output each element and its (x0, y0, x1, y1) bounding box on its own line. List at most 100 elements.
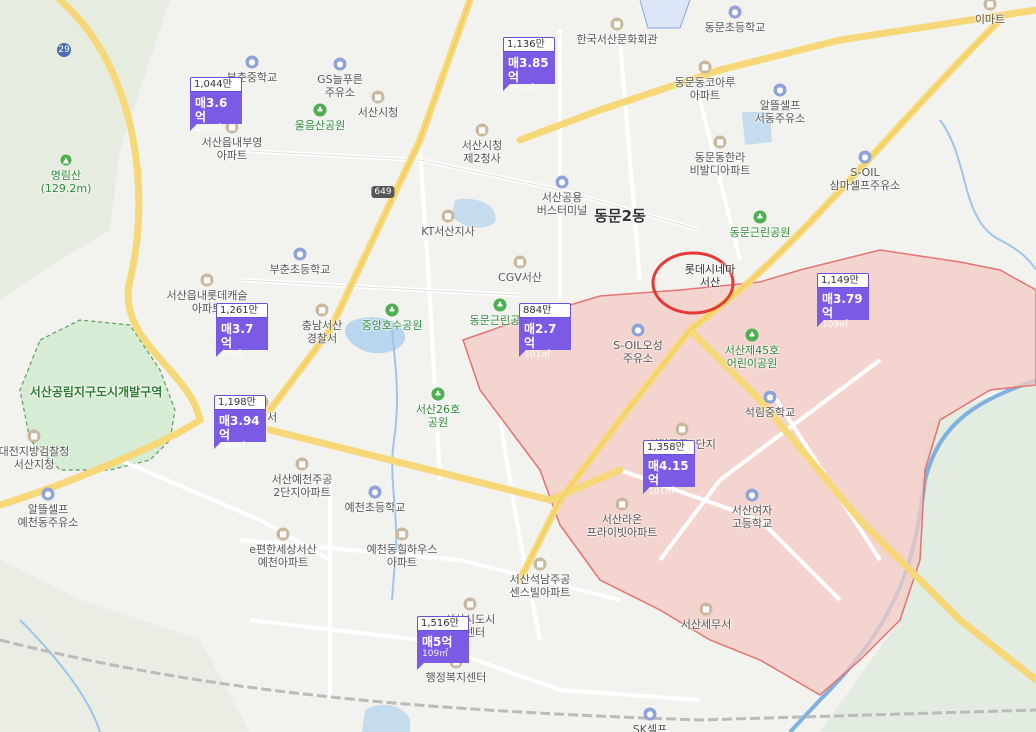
place-label[interactable]: 동문초등학교 (705, 21, 766, 34)
school-icon[interactable]: ● (728, 5, 742, 19)
park-icon[interactable]: ♣ (313, 103, 327, 117)
school-icon[interactable]: ● (745, 488, 759, 502)
listing-marker[interactable]: 1,261만 매3.7억 97㎡ (216, 303, 268, 360)
poi-icon[interactable]: ■ (699, 602, 713, 616)
listing-price: 매3.94억 (219, 414, 260, 442)
place-label[interactable]: 예천동힐하우스 아파트 (367, 543, 438, 569)
poi-icon[interactable]: ■ (610, 17, 624, 31)
gas-icon[interactable]: ● (333, 57, 347, 71)
poi-icon[interactable]: ■ (276, 527, 290, 541)
gas-icon[interactable]: ● (773, 83, 787, 97)
district-label: 동문2동 (594, 207, 646, 225)
poi-icon[interactable]: ■ (698, 60, 712, 74)
place-label[interactable]: 동문동한라 비발디아파트 (690, 151, 751, 177)
school-icon[interactable]: ● (368, 485, 382, 499)
place-label[interactable]: S-OIL오성 주유소 (613, 339, 663, 365)
listing-marker[interactable]: 1,149만 매3.79억 109㎡ (817, 273, 869, 330)
place-label[interactable]: 알뜰셀프 예천동주유소 (18, 503, 79, 529)
place-label[interactable]: e편한세상서산 예천아파트 (249, 543, 317, 569)
poi-icon[interactable]: ■ (315, 303, 329, 317)
poi-icon[interactable]: ■ (441, 209, 455, 223)
place-label[interactable]: 서산세무서 (681, 618, 732, 631)
poi-icon[interactable]: ■ (513, 255, 527, 269)
place-label[interactable]: 서산라온 프라이빗아파트 (587, 513, 658, 539)
highlighted-place-label[interactable]: 롯데시네마 서산 (685, 263, 736, 289)
listing-body: 매2.7억 101㎡ (519, 318, 571, 360)
listing-marker[interactable]: 1,516만 매5억 109㎡ (417, 616, 469, 670)
gas-icon[interactable]: ● (41, 487, 55, 501)
listing-count: 1,044만 (190, 77, 242, 92)
place-label[interactable]: S-OIL 삼마셀프주유소 (830, 166, 901, 192)
place-label[interactable]: 서산여자 고등학교 (732, 504, 772, 530)
place-label[interactable]: 이마트 (975, 13, 1005, 26)
listing-marker[interactable]: 1,198만 매3.94억 109㎡ (214, 395, 266, 452)
listing-marker[interactable]: 884만 매2.7억 101㎡ (519, 303, 571, 360)
poi-icon[interactable]: ■ (713, 135, 727, 149)
place-label[interactable]: 대전지방검찰청 서산지청 (0, 445, 69, 471)
gas-icon[interactable]: ● (858, 150, 872, 164)
listing-body: 매3.94억 109㎡ (214, 410, 266, 452)
place-label[interactable]: GS늘푸른 주유소 (317, 73, 363, 99)
park-icon[interactable]: ♣ (753, 210, 767, 224)
place-label[interactable]: 행정복지센터 (426, 671, 487, 684)
listing-body: 매4.15억 101㎡ (643, 455, 695, 497)
poi-icon[interactable]: ■ (395, 527, 409, 541)
place-label[interactable]: 예천초등학교 (345, 501, 406, 514)
place-label[interactable]: 석림중학교 (745, 406, 796, 419)
place-label[interactable]: 서산26호 공원 (416, 403, 460, 429)
place-label[interactable]: 알뜰셀프 서동주유소 (755, 99, 806, 125)
school-icon[interactable]: ● (763, 390, 777, 404)
place-label[interactable]: 한국서산문화회관 (577, 33, 658, 46)
poi-icon[interactable]: ■ (27, 429, 41, 443)
place-label[interactable]: 서산예천주공 2단지아파트 (272, 473, 333, 499)
place-label[interactable]: 동문동코아루 아파트 (675, 76, 736, 102)
gas-icon[interactable]: ● (631, 323, 645, 337)
poi-icon[interactable]: ■ (295, 457, 309, 471)
place-label[interactable]: 동문근린공원 (730, 226, 791, 239)
listing-marker[interactable]: 1,044만 매3.6억 114㎡ (190, 77, 242, 134)
park-icon[interactable]: ♣ (745, 328, 759, 342)
place-label[interactable]: 부춘초등학교 (270, 263, 331, 276)
poi-icon[interactable]: ■ (200, 273, 214, 287)
place-label[interactable]: 서산공용 버스터미널 (537, 191, 588, 217)
park-icon[interactable]: ♣ (493, 298, 507, 312)
poi-icon[interactable]: ■ (533, 557, 547, 571)
listing-marker[interactable]: 1,136만 매3.85억 112㎡ (503, 37, 555, 94)
listing-area: 109㎡ (422, 649, 449, 659)
park-icon[interactable]: ♣ (385, 303, 399, 317)
school-icon[interactable]: ● (293, 247, 307, 261)
place-label[interactable]: 서산제45호 어린이공원 (725, 344, 779, 370)
place-label[interactable]: 충남서산 경찰서 (302, 319, 342, 345)
bus-icon[interactable]: ● (555, 175, 569, 189)
gas-icon[interactable]: ● (643, 707, 657, 721)
listing-price: 매3.85억 (508, 56, 549, 84)
poi-icon[interactable]: ■ (615, 497, 629, 511)
school-icon[interactable]: ● (245, 55, 259, 69)
place-label[interactable]: 울음산공원 (295, 119, 346, 132)
place-label[interactable]: 명림산 (129.2m) (41, 169, 92, 195)
lake-south (362, 704, 410, 732)
place-label[interactable]: 중앙호수공원 (362, 319, 423, 332)
listing-price: 매3.6억 (195, 96, 228, 124)
place-label[interactable]: SK셀프 서산제일주유소 (615, 723, 686, 732)
place-label[interactable]: 서산석남주공 센스빌아파트 (510, 573, 571, 599)
mtn-icon[interactable]: ▲ (60, 154, 72, 166)
listing-marker[interactable]: 1,358만 매4.15억 101㎡ (643, 440, 695, 497)
listing-body: 매5억 109㎡ (417, 631, 469, 663)
place-label[interactable]: KT서산지사 (421, 225, 475, 238)
place-label[interactable]: 서산시청 제2청사 (462, 139, 502, 165)
poi-icon[interactable]: ■ (475, 123, 489, 137)
map-canvas[interactable]: 649 29 동문2동 서산공림지구도시개발구역 롯데시네마 서산 ■ 한국서산문… (0, 0, 1036, 732)
listing-price: 매5억 (422, 635, 453, 649)
place-label[interactable]: CGV서산 (498, 271, 542, 284)
place-label[interactable]: 서산읍내부영 아파트 (202, 136, 263, 162)
listing-count: 1,516만 (417, 616, 469, 631)
poi-icon[interactable]: ■ (463, 597, 477, 611)
poi-icon[interactable]: ■ (675, 422, 689, 436)
route-649-shield: 649 (371, 186, 395, 198)
place-label[interactable]: 서산시청 (358, 106, 398, 119)
park-icon[interactable]: ♣ (431, 387, 445, 401)
green-area-west (0, 0, 170, 300)
poi-icon[interactable]: ■ (371, 90, 385, 104)
listing-price: 매3.7억 (221, 322, 254, 350)
